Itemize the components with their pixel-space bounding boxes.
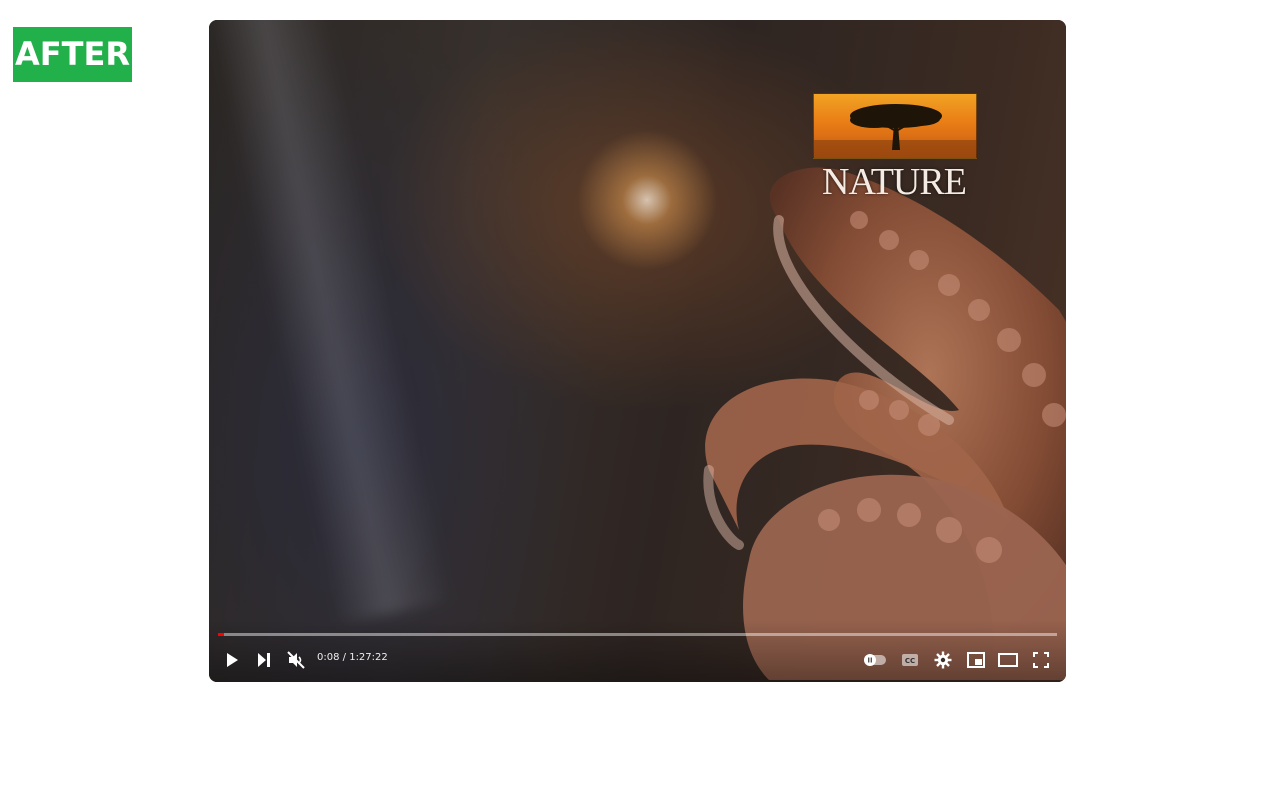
next-button[interactable] [252,648,276,672]
progress-played [218,633,224,636]
settings-button[interactable] [931,648,955,672]
duration: 1:27:22 [349,652,388,663]
theater-mode-icon [998,653,1018,667]
fullscreen-button[interactable] [1029,648,1053,672]
theater-mode-button[interactable] [996,648,1020,672]
play-button[interactable] [220,648,244,672]
autoplay-toggle-icon [864,654,886,666]
video-player[interactable]: NATURE 0:08 / 1:27:22 CC [209,20,1066,682]
miniplayer-button[interactable] [964,648,988,672]
player-controls: 0:08 / 1:27:22 CC [209,620,1066,682]
muted-volume-icon [287,651,305,669]
nature-logo [813,93,977,159]
captions-icon: CC [902,654,918,666]
time-display: 0:08 / 1:27:22 [317,652,388,663]
mute-button[interactable] [284,648,308,672]
fullscreen-icon [1033,652,1049,668]
after-badge: AFTER [13,27,132,82]
captions-button[interactable]: CC [898,648,922,672]
acacia-tree-icon [814,104,976,158]
octopus-tentacle-illustration [703,167,1066,680]
autoplay-toggle[interactable] [862,648,888,672]
miniplayer-icon [967,652,985,668]
current-time: 0:08 [317,652,340,663]
gear-icon [934,651,952,669]
svg-text:CC: CC [905,657,915,665]
nature-logo-text: NATURE [822,161,967,203]
progress-bar[interactable] [218,633,1057,636]
play-icon [227,653,238,667]
time-separator: / [339,652,350,663]
next-icon [258,653,270,667]
page: AFTER NATURE 0:08 / 1:27:22 CC [0,0,1280,800]
